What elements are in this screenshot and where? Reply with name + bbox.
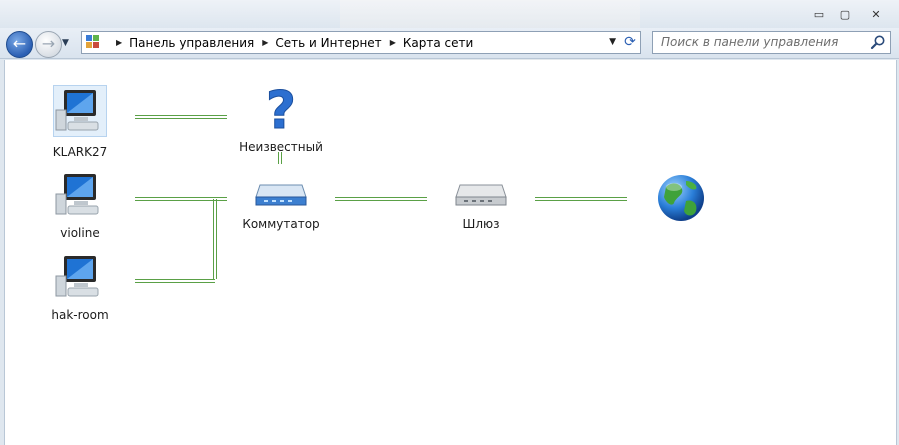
title-bar: ▭ ▢ ✕ [0,0,899,60]
search-input[interactable]: Поиск в панели управления [661,35,838,49]
computer-name: violine [60,226,100,240]
breadcrumb-network-map[interactable]: Карта сети [403,36,473,50]
breadcrumb-separator-icon: ▶ [116,38,123,47]
globe-icon [658,175,704,221]
search-box[interactable]: Поиск в панели управления [652,31,891,54]
back-button[interactable]: ← [6,31,33,58]
link-klark27-unknown [135,115,227,119]
link-hakroom-switch [135,279,215,283]
breadcrumb-separator-icon[interactable]: ▶ [390,38,396,47]
svg-text:?: ? [266,82,296,134]
computer-icon [55,256,99,297]
control-panel-icon [86,35,100,49]
search-icon[interactable] [870,34,886,50]
gateway-node[interactable]: Шлюз [436,175,526,231]
computer-name: KLARK27 [52,145,108,159]
unknown-device-label: Неизвестный [239,140,323,154]
breadcrumb-network-internet[interactable]: Сеть и Интернет [275,36,381,50]
computer-name: hak-room [51,308,109,322]
address-dropdown-icon[interactable]: ▼ [609,37,616,47]
switch-icon [255,184,307,206]
switch-label: Коммутатор [242,217,320,231]
internet-node[interactable] [636,173,726,227]
unknown-device-node[interactable]: ? Неизвестный [236,81,326,155]
computer-node[interactable]: violine [35,170,125,240]
network-map-canvas: KLARK27 violine hak-room ? Неизвестный К… [4,60,897,445]
address-bar[interactable]: ▶ Панель управления ▶ Сеть и Интернет ▶ … [81,31,641,54]
computer-icon [55,174,99,215]
breadcrumb-separator-icon[interactable]: ▶ [262,38,268,47]
refresh-button[interactable]: ⟳ [620,32,640,52]
close-button[interactable]: ✕ [861,7,891,23]
link-trunk-vertical [213,199,217,279]
breadcrumb-control-panel[interactable]: Панель управления [129,36,254,50]
maximize-button[interactable]: ▢ [832,7,858,23]
router-icon [455,184,507,206]
switch-node[interactable]: Коммутатор [236,175,326,231]
gateway-label: Шлюз [462,217,500,231]
computer-node[interactable]: KLARK27 [35,85,125,159]
minimize-button[interactable]: ▭ [806,7,832,23]
link-gateway-internet [535,197,627,201]
forward-button[interactable]: → [35,31,62,58]
navigation-bar: ← → ▼ ▶ Панель управления ▶ Сеть и Интер… [0,28,899,59]
recent-pages-dropdown[interactable]: ▼ [62,38,69,48]
computer-icon [53,85,107,137]
question-mark-icon: ? [265,81,296,142]
computer-node[interactable]: hak-room [35,252,125,322]
breadcrumb: ▶ Панель управления ▶ Сеть и Интернет ▶ … [108,32,473,53]
link-switch-gateway [335,197,427,201]
